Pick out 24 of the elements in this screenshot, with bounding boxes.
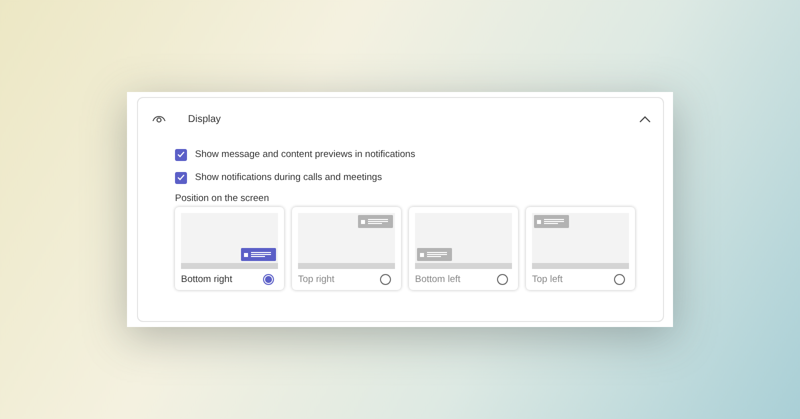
chevron-icon[interactable] xyxy=(639,115,651,123)
position-option[interactable]: Bottom left xyxy=(409,207,518,290)
checkbox-label: Show notifications during calls and meetings xyxy=(195,172,382,183)
position-label: Position on the screen xyxy=(175,193,270,204)
radio-button[interactable] xyxy=(263,274,274,285)
option-label: Bottom left xyxy=(415,274,460,285)
section-title: Display xyxy=(188,114,222,124)
checkbox-label: Show message and content previews in notifications xyxy=(195,149,416,160)
option-label: Top left xyxy=(532,274,563,285)
radio-button[interactable] xyxy=(497,274,508,285)
option-label: Top right xyxy=(298,274,334,285)
checkbox[interactable] xyxy=(175,148,187,160)
position-option[interactable]: Bottom right xyxy=(175,207,284,290)
notification-preview-icon xyxy=(417,248,452,261)
notification-preview-icon xyxy=(358,215,393,228)
radio-button[interactable] xyxy=(380,274,391,285)
checkbox[interactable] xyxy=(175,172,187,184)
notification-preview-icon xyxy=(241,248,276,261)
notification-preview-icon xyxy=(534,215,569,228)
position-option[interactable]: Top right xyxy=(292,207,401,290)
option-label: Bottom right xyxy=(181,274,232,285)
position-option[interactable]: Top left xyxy=(526,207,635,290)
radio-button[interactable] xyxy=(614,274,625,285)
eye-icon xyxy=(152,114,166,124)
